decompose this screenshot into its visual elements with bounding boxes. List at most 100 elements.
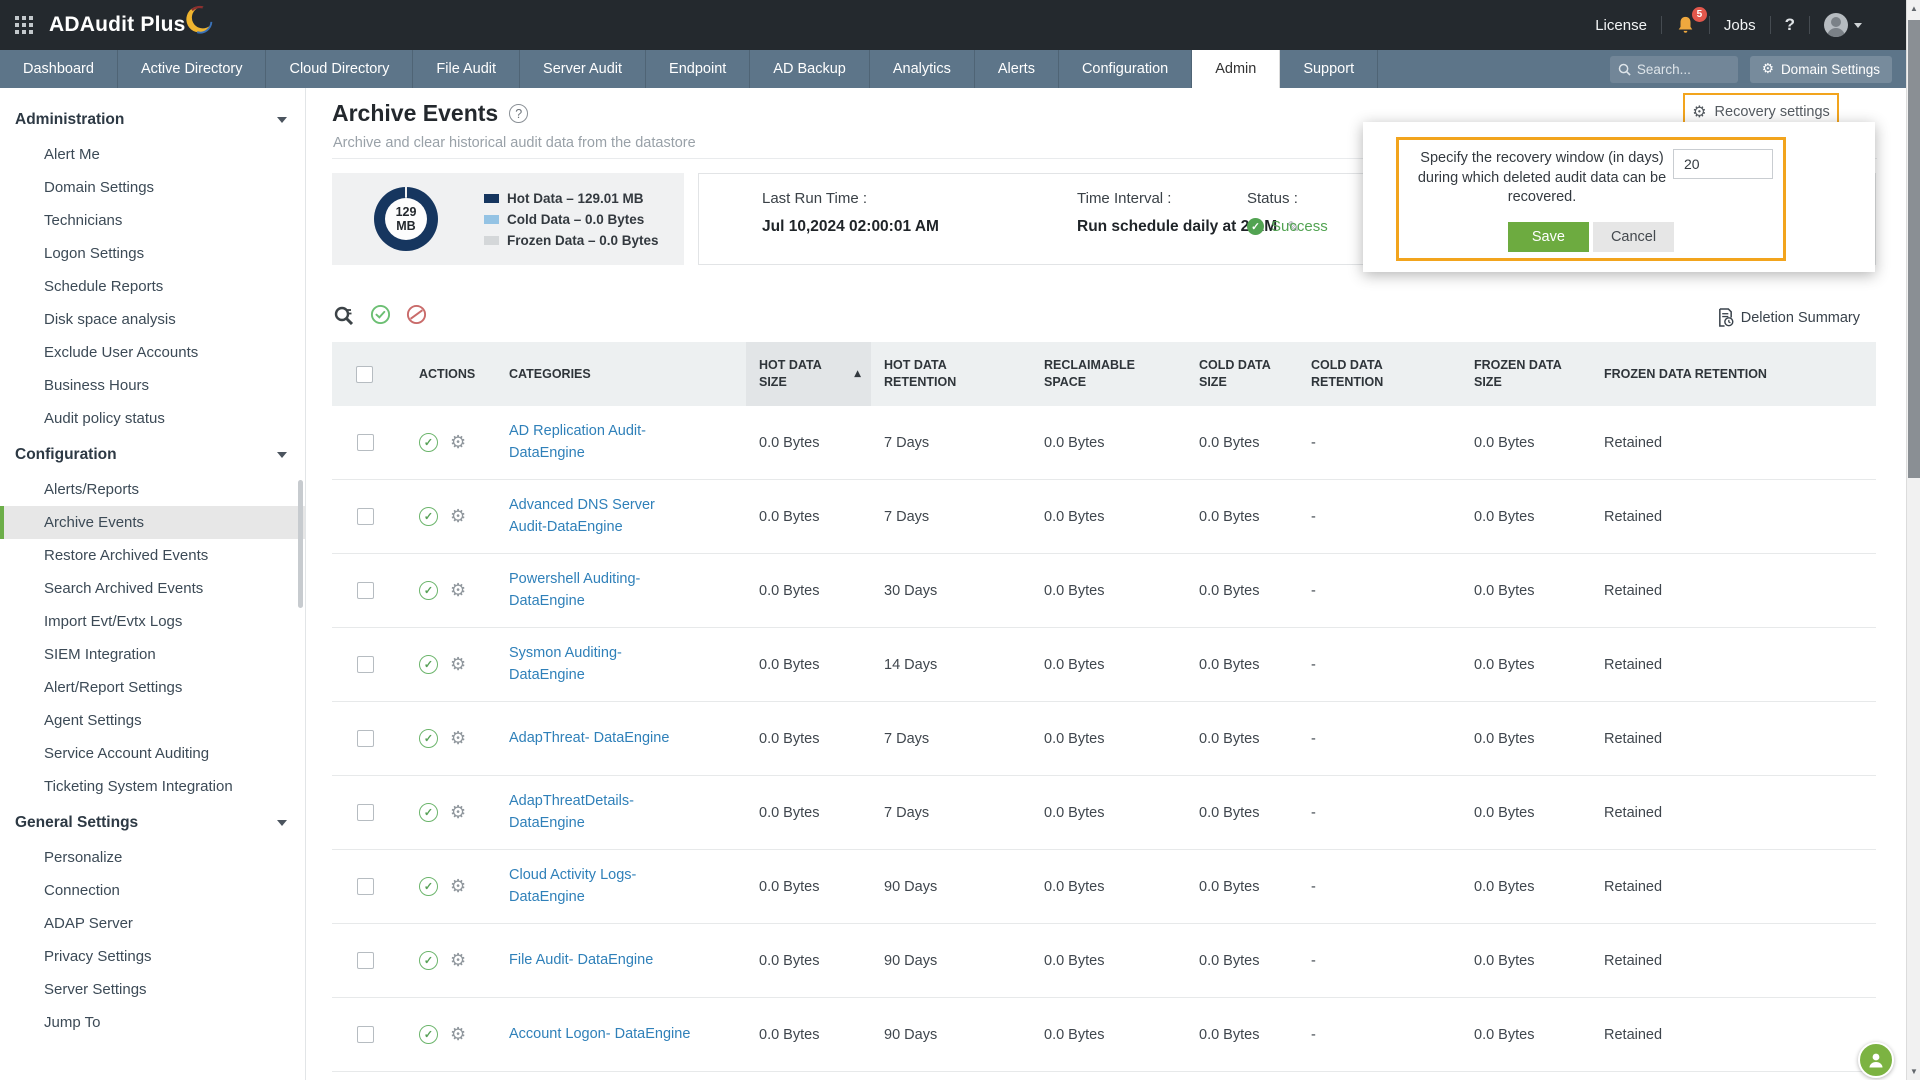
row-checkbox[interactable] — [357, 952, 374, 969]
sidebar-item[interactable]: Restore Archived Events — [0, 539, 305, 572]
category-link[interactable]: Account Logon- DataEngine — [509, 1024, 690, 1045]
row-settings-gear-icon[interactable]: ⚙ — [450, 508, 466, 526]
sidebar-item[interactable]: Logon Settings — [0, 237, 305, 270]
disable-archiving-icon[interactable] — [406, 304, 427, 325]
enable-row-icon[interactable]: ✓ — [419, 507, 438, 526]
scroll-down-arrow[interactable]: ▼ — [1907, 1067, 1920, 1076]
sidebar-item[interactable]: Connection — [0, 874, 305, 907]
row-settings-gear-icon[interactable]: ⚙ — [450, 582, 466, 600]
sidebar-item[interactable]: Alert/Report Settings — [0, 671, 305, 704]
enable-row-icon[interactable]: ✓ — [419, 803, 438, 822]
column-header-actions[interactable]: ACTIONS — [406, 342, 496, 406]
help-icon[interactable]: ? — [1771, 15, 1809, 35]
column-header-frozen-data-size[interactable]: FROZEN DATA SIZE — [1461, 342, 1591, 406]
jobs-link[interactable]: Jobs — [1710, 17, 1770, 34]
sidebar-item[interactable]: Technicians — [0, 204, 305, 237]
enable-archiving-icon[interactable] — [370, 304, 391, 325]
sidebar-item[interactable]: Privacy Settings — [0, 940, 305, 973]
domain-settings-button[interactable]: ⚙ Domain Settings — [1750, 56, 1892, 83]
sidebar-item[interactable]: Archive Events — [0, 506, 305, 539]
row-checkbox[interactable] — [357, 508, 374, 525]
nav-tab[interactable]: Admin — [1192, 50, 1280, 88]
deletion-summary-link[interactable]: Deletion Summary — [1717, 308, 1860, 327]
row-checkbox[interactable] — [357, 878, 374, 895]
row-settings-gear-icon[interactable]: ⚙ — [450, 878, 466, 896]
sidebar-item[interactable]: Jump To — [0, 1006, 305, 1039]
sidebar-section-administration[interactable]: Administration — [0, 100, 305, 138]
row-settings-gear-icon[interactable]: ⚙ — [450, 952, 466, 970]
nav-tab[interactable]: Support — [1280, 50, 1378, 88]
sidebar-item[interactable]: Schedule Reports — [0, 270, 305, 303]
column-header-categories[interactable]: CATEGORIES — [496, 342, 746, 406]
support-chat-button[interactable] — [1858, 1042, 1894, 1078]
row-checkbox[interactable] — [357, 804, 374, 821]
row-checkbox[interactable] — [357, 1026, 374, 1043]
sidebar-item[interactable]: ADAP Server — [0, 907, 305, 940]
category-link[interactable]: AdapThreatDetails-DataEngine — [509, 791, 694, 833]
enable-row-icon[interactable]: ✓ — [419, 951, 438, 970]
nav-tab[interactable]: Cloud Directory — [266, 50, 413, 88]
nav-tab[interactable]: Server Audit — [520, 50, 646, 88]
nav-tab[interactable]: File Audit — [413, 50, 520, 88]
category-link[interactable]: Cloud Activity Logs-DataEngine — [509, 865, 694, 907]
sidebar-item[interactable]: Ticketing System Integration — [0, 770, 305, 803]
nav-tab[interactable]: AD Backup — [750, 50, 870, 88]
page-scrollbar[interactable]: ▲ ▼ — [1906, 0, 1920, 1080]
category-link[interactable]: Advanced DNS Server Audit-DataEngine — [509, 495, 694, 537]
sidebar-item[interactable]: Alerts/Reports — [0, 473, 305, 506]
cancel-button[interactable]: Cancel — [1593, 222, 1674, 252]
row-settings-gear-icon[interactable]: ⚙ — [450, 730, 466, 748]
scroll-up-arrow[interactable]: ▲ — [1907, 4, 1920, 13]
license-link[interactable]: License — [1581, 17, 1661, 34]
enable-row-icon[interactable]: ✓ — [419, 433, 438, 452]
sidebar-item[interactable]: Exclude User Accounts — [0, 336, 305, 369]
row-settings-gear-icon[interactable]: ⚙ — [450, 656, 466, 674]
enable-row-icon[interactable]: ✓ — [419, 581, 438, 600]
category-link[interactable]: File Audit- DataEngine — [509, 950, 653, 971]
sidebar-section-configuration[interactable]: Configuration — [0, 435, 305, 473]
column-header-frozen-data-retention[interactable]: FROZEN DATA RETENTION — [1591, 342, 1876, 406]
row-settings-gear-icon[interactable]: ⚙ — [450, 1026, 466, 1044]
sidebar-item[interactable]: Import Evt/Evtx Logs — [0, 605, 305, 638]
sidebar-item[interactable]: Service Account Auditing — [0, 737, 305, 770]
category-link[interactable]: AD Replication Audit-DataEngine — [509, 421, 694, 463]
nav-tab[interactable]: Dashboard — [0, 50, 118, 88]
column-header-hot-data-size[interactable]: HOT DATA SIZE ▲ — [746, 342, 871, 406]
row-checkbox[interactable] — [357, 582, 374, 599]
app-grid-icon[interactable] — [15, 16, 33, 34]
nav-tab[interactable]: Active Directory — [118, 50, 267, 88]
sidebar-item[interactable]: Search Archived Events — [0, 572, 305, 605]
sidebar-scrollbar[interactable] — [298, 480, 303, 608]
enable-row-icon[interactable]: ✓ — [419, 729, 438, 748]
column-header-cold-data-retention[interactable]: COLD DATA RETENTION — [1298, 342, 1461, 406]
select-all-checkbox[interactable] — [356, 366, 373, 383]
row-checkbox[interactable] — [357, 656, 374, 673]
column-header-cold-data-size[interactable]: COLD DATA SIZE — [1186, 342, 1298, 406]
sidebar-item[interactable]: SIEM Integration — [0, 638, 305, 671]
notifications-bell[interactable]: 5 — [1662, 15, 1709, 35]
column-header-hot-data-retention[interactable]: HOT DATA RETENTION — [871, 342, 1031, 406]
search-filter-icon[interactable] — [333, 305, 355, 325]
enable-row-icon[interactable]: ✓ — [419, 1025, 438, 1044]
row-checkbox[interactable] — [357, 730, 374, 747]
nav-tab[interactable]: Analytics — [870, 50, 975, 88]
enable-row-icon[interactable]: ✓ — [419, 877, 438, 896]
row-checkbox[interactable] — [357, 434, 374, 451]
category-link[interactable]: Powershell Auditing-DataEngine — [509, 569, 694, 611]
recovery-days-input[interactable] — [1673, 149, 1773, 179]
nav-tab[interactable]: Endpoint — [646, 50, 750, 88]
sidebar-item[interactable]: Business Hours — [0, 369, 305, 402]
nav-tab[interactable]: Configuration — [1059, 50, 1192, 88]
sidebar-item[interactable]: Disk space analysis — [0, 303, 305, 336]
row-settings-gear-icon[interactable]: ⚙ — [450, 434, 466, 452]
sidebar-item[interactable]: Server Settings — [0, 973, 305, 1006]
sidebar-item[interactable]: Audit policy status — [0, 402, 305, 435]
global-search[interactable] — [1610, 56, 1738, 83]
enable-row-icon[interactable]: ✓ — [419, 655, 438, 674]
save-button[interactable]: Save — [1508, 222, 1589, 252]
category-link[interactable]: Sysmon Auditing- DataEngine — [509, 643, 694, 685]
column-header-reclaimable-space[interactable]: RECLAIMABLE SPACE — [1031, 342, 1186, 406]
sidebar-item[interactable]: Personalize — [0, 841, 305, 874]
sidebar-item[interactable]: Domain Settings — [0, 171, 305, 204]
search-input[interactable] — [1637, 62, 1727, 77]
